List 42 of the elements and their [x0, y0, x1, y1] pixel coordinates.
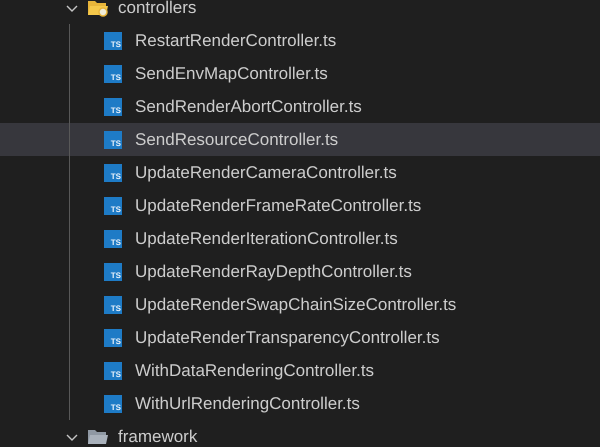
typescript-file-icon: TS: [104, 230, 122, 248]
file-row[interactable]: TS RestartRenderController.ts: [0, 24, 600, 57]
folder-gear-icon: [87, 0, 109, 16]
folder-row[interactable]: controllers: [0, 0, 600, 24]
typescript-file-icon: TS: [104, 328, 122, 346]
file-name: WithUrlRenderingController.ts: [135, 394, 360, 414]
file-name: UpdateRenderSwapChainSizeController.ts: [135, 294, 456, 314]
typescript-file-icon: TS: [104, 130, 122, 148]
file-row[interactable]: TS SendEnvMapController.ts: [0, 57, 600, 90]
file-name: SendResourceController.ts: [135, 130, 338, 150]
file-name: UpdateRenderIterationController.ts: [135, 228, 398, 248]
file-row[interactable]: TS UpdateRenderTransparencyController.ts: [0, 321, 600, 354]
file-name: UpdateRenderCameraController.ts: [135, 162, 397, 182]
typescript-file-icon: TS: [104, 296, 122, 314]
file-name: UpdateRenderFrameRateController.ts: [135, 196, 422, 216]
file-row[interactable]: TS WithUrlRenderingController.ts: [0, 387, 600, 420]
typescript-file-icon: TS: [104, 362, 122, 380]
file-row[interactable]: TS SendRenderAbortController.ts: [0, 90, 600, 123]
folder-name: framework: [118, 426, 198, 446]
typescript-file-icon: TS: [104, 64, 122, 82]
file-row[interactable]: TS SendResourceController.ts: [0, 123, 600, 156]
folder-icon: [87, 428, 109, 446]
typescript-file-icon: TS: [104, 262, 122, 280]
file-row[interactable]: TS UpdateRenderFrameRateController.ts: [0, 189, 600, 222]
file-row[interactable]: TS UpdateRenderCameraController.ts: [0, 156, 600, 189]
typescript-file-icon: TS: [104, 98, 122, 116]
file-row[interactable]: TS UpdateRenderRayDepthController.ts: [0, 255, 600, 288]
file-row[interactable]: TS WithDataRenderingController.ts: [0, 354, 600, 387]
typescript-file-icon: TS: [104, 32, 122, 50]
file-name: RestartRenderController.ts: [135, 30, 336, 50]
file-name: SendEnvMapController.ts: [135, 64, 328, 84]
file-name: UpdateRenderTransparencyController.ts: [135, 328, 440, 348]
folder-row[interactable]: framework: [0, 420, 600, 447]
file-row[interactable]: TS UpdateRenderSwapChainSizeController.ts: [0, 288, 600, 321]
folder-name: controllers: [118, 0, 196, 18]
typescript-file-icon: TS: [104, 394, 122, 412]
file-name: SendRenderAbortController.ts: [135, 96, 362, 116]
file-name: WithDataRenderingController.ts: [135, 360, 374, 380]
typescript-file-icon: TS: [104, 196, 122, 214]
file-name: UpdateRenderRayDepthController.ts: [135, 262, 412, 282]
typescript-file-icon: TS: [104, 164, 122, 182]
file-row[interactable]: TS UpdateRenderIterationController.ts: [0, 222, 600, 255]
